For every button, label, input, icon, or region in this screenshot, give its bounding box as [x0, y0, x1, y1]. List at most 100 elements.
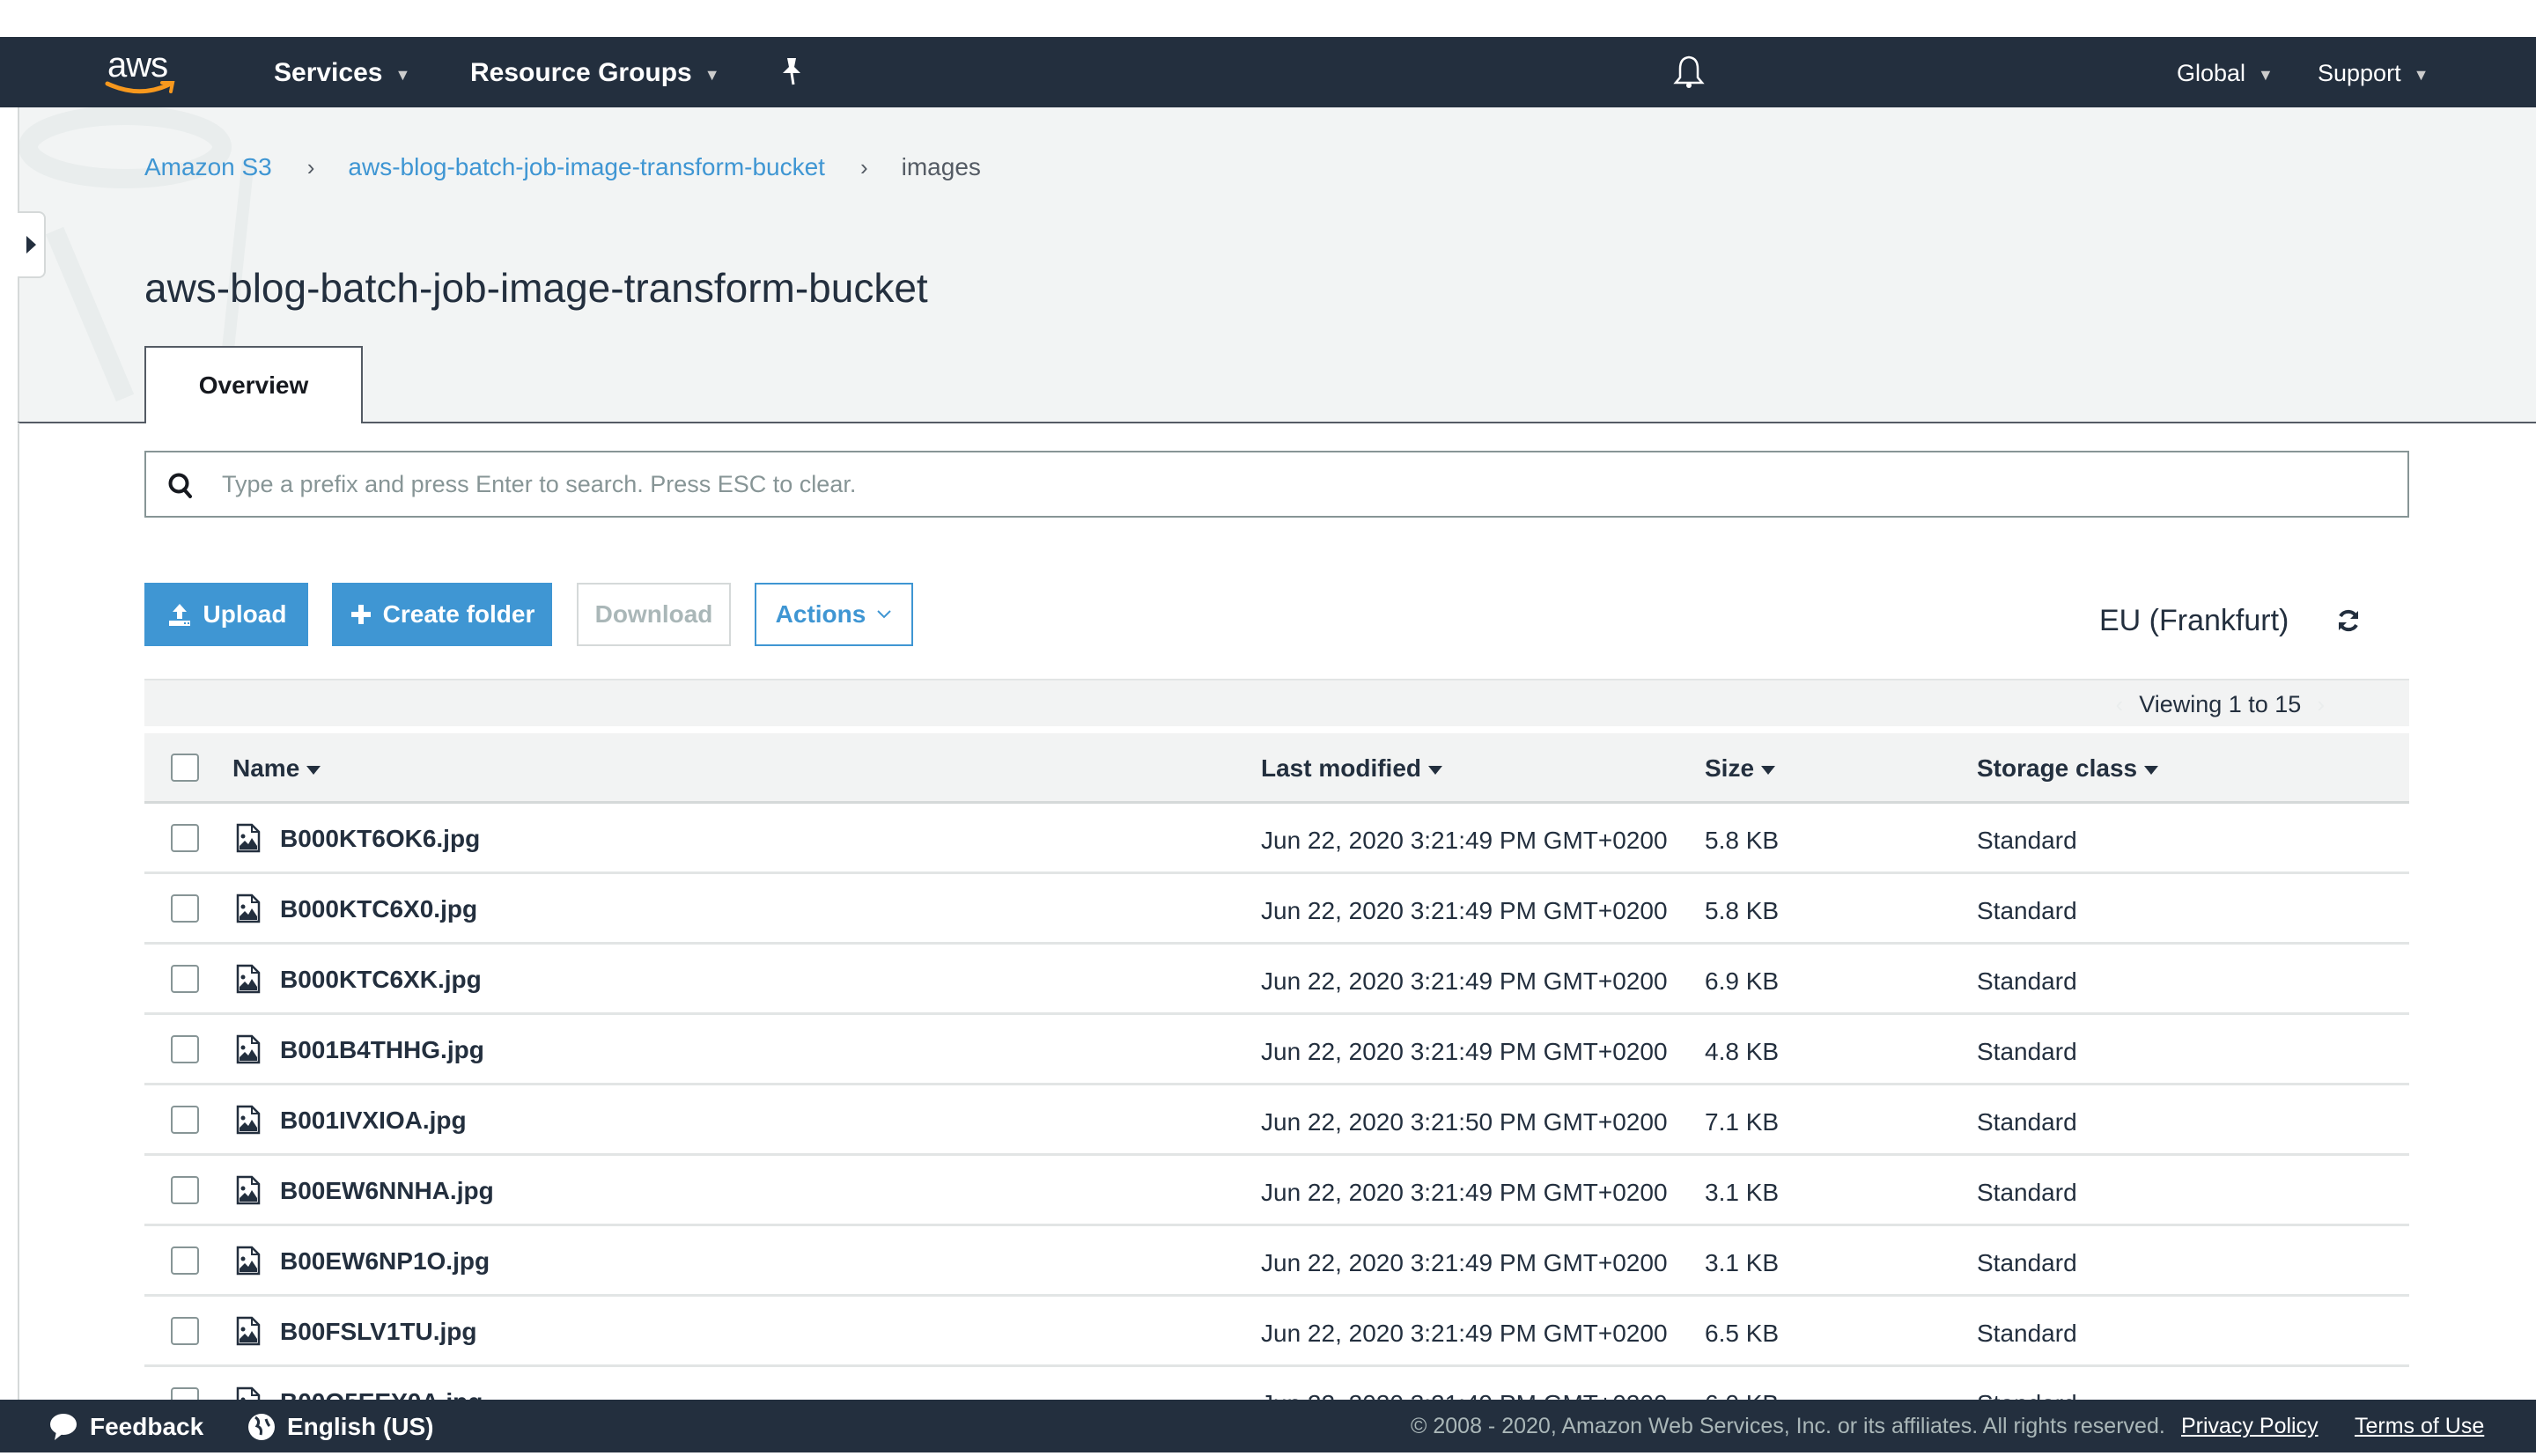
table-row: B001B4THHG.jpg Jun 22, 2020 3:21:49 PM G… — [144, 1015, 2409, 1085]
image-file-icon — [236, 1316, 261, 1350]
select-all-checkbox[interactable] — [171, 754, 199, 782]
size-cell: 6.0 KB — [1705, 1390, 1779, 1400]
row-checkbox[interactable] — [171, 1035, 199, 1063]
storage-class-cell: Standard — [1977, 1320, 2077, 1347]
size-cell: 6.9 KB — [1705, 967, 1780, 995]
feedback-label: Feedback — [90, 1413, 204, 1440]
row-checkbox[interactable] — [171, 894, 199, 923]
last-modified-cell: Jun 22, 2020 3:21:50 PM GMT+0200 — [1261, 1108, 1668, 1136]
feedback-button[interactable]: Feedback — [48, 1412, 203, 1442]
object-name-link[interactable]: B00O5EEY0A.jpg — [280, 1388, 483, 1400]
left-rail-border — [18, 423, 19, 1400]
last-modified-cell: Jun 22, 2020 3:21:49 PM GMT+0200 — [1261, 1179, 1668, 1206]
bell-icon[interactable] — [1672, 55, 1706, 94]
breadcrumb-separator-icon: › — [859, 153, 868, 180]
last-modified-cell: Jun 22, 2020 3:21:49 PM GMT+0200 — [1261, 1249, 1668, 1276]
object-name-link[interactable]: B000KT6OK6.jpg — [280, 825, 480, 853]
support-menu[interactable]: Support ▼ — [2318, 60, 2429, 87]
row-checkbox[interactable] — [171, 965, 199, 993]
table-row: B001IVXIOA.jpg Jun 22, 2020 3:21:50 PM G… — [144, 1085, 2409, 1156]
services-label: Services — [274, 58, 383, 87]
sort-caret-icon — [1761, 766, 1776, 775]
row-checkbox[interactable] — [171, 1176, 199, 1204]
table-row: B000KT6OK6.jpg Jun 22, 2020 3:21:49 PM G… — [144, 804, 2409, 874]
last-modified-cell: Jun 22, 2020 3:21:49 PM GMT+0200 — [1261, 1320, 1668, 1347]
last-modified-cell: Jun 22, 2020 3:21:49 PM GMT+0200 — [1261, 1390, 1668, 1400]
breadcrumb-amazon-s3[interactable]: Amazon S3 — [144, 153, 272, 181]
row-checkbox[interactable] — [171, 1246, 199, 1275]
global-label: Global — [2177, 60, 2246, 86]
pagination-bar: ‹ Viewing 1 to 15 › — [144, 679, 2409, 726]
storage-class-cell: Standard — [1977, 1390, 2077, 1400]
column-header-last-modified[interactable]: Last modified — [1261, 754, 1443, 783]
tab-overview-label: Overview — [198, 371, 309, 399]
download-button[interactable]: Download — [577, 583, 731, 646]
resource-groups-label: Resource Groups — [470, 58, 692, 87]
breadcrumb: Amazon S3 › aws-blog-batch-job-image-tra… — [144, 153, 981, 181]
row-checkbox[interactable] — [171, 824, 199, 852]
terms-of-use-link[interactable]: Terms of Use — [2355, 1414, 2484, 1439]
storage-class-cell: Standard — [1977, 1038, 2077, 1065]
storage-class-cell: Standard — [1977, 967, 2077, 995]
image-file-icon — [236, 1175, 261, 1210]
plus-icon — [350, 605, 371, 624]
column-header-label: Size — [1705, 754, 1755, 782]
previous-page-icon[interactable]: ‹ — [2116, 691, 2124, 718]
column-header-label: Last modified — [1261, 754, 1422, 782]
column-header-name[interactable]: Name — [232, 754, 321, 783]
size-cell: 4.8 KB — [1705, 1038, 1780, 1065]
last-modified-cell: Jun 22, 2020 3:21:49 PM GMT+0200 — [1261, 897, 1668, 924]
language-selector[interactable]: English (US) — [247, 1412, 433, 1442]
size-cell: 5.8 KB — [1705, 897, 1780, 924]
privacy-policy-link[interactable]: Privacy Policy — [2181, 1414, 2319, 1439]
resource-groups-menu[interactable]: Resource Groups ▼ — [470, 58, 720, 88]
object-name-link[interactable]: B000KTC6X0.jpg — [280, 895, 477, 923]
top-navbar: aws Services ▼ Resource Groups ▼ Global … — [0, 37, 2536, 107]
globe-icon — [248, 1414, 275, 1440]
table-row: B000KTC6X0.jpg Jun 22, 2020 3:21:49 PM G… — [144, 874, 2409, 945]
object-name-link[interactable]: B000KTC6XK.jpg — [280, 966, 482, 994]
size-cell: 6.5 KB — [1705, 1320, 1780, 1347]
create-folder-button[interactable]: Create folder — [332, 583, 552, 646]
row-checkbox[interactable] — [171, 1387, 199, 1400]
last-modified-cell: Jun 22, 2020 3:21:49 PM GMT+0200 — [1261, 827, 1668, 854]
breadcrumb-current-folder: images — [901, 153, 981, 180]
global-menu[interactable]: Global ▼ — [2177, 60, 2274, 87]
chevron-down-icon: ▼ — [2258, 66, 2274, 84]
object-name-link[interactable]: B001B4THHG.jpg — [280, 1036, 484, 1064]
tab-divider — [18, 422, 2536, 423]
column-header-size[interactable]: Size — [1705, 754, 1776, 783]
breadcrumb-bucket[interactable]: aws-blog-batch-job-image-transform-bucke… — [348, 153, 825, 181]
actions-label: Actions — [775, 600, 866, 628]
storage-class-cell: Standard — [1977, 1249, 2077, 1276]
tab-overview[interactable]: Overview — [144, 346, 363, 423]
image-file-icon — [236, 823, 261, 857]
table-header: Name Last modified Size Storage class — [144, 733, 2409, 804]
aws-logo[interactable]: aws — [104, 46, 180, 99]
actions-dropdown[interactable]: Actions — [755, 583, 913, 646]
object-name-link[interactable]: B00EW6NNHA.jpg — [280, 1177, 494, 1205]
speech-bubble-icon — [50, 1414, 77, 1440]
caret-right-icon — [26, 236, 36, 254]
last-modified-cell: Jun 22, 2020 3:21:49 PM GMT+0200 — [1261, 1038, 1668, 1065]
search-input[interactable] — [222, 452, 2388, 516]
row-checkbox[interactable] — [171, 1106, 199, 1134]
chevron-down-icon: ▼ — [394, 65, 411, 84]
services-menu[interactable]: Services ▼ — [274, 58, 410, 88]
upload-button[interactable]: Upload — [144, 583, 308, 646]
aws-smile-icon — [105, 81, 175, 94]
chevron-down-icon — [877, 610, 892, 619]
column-header-storage-class[interactable]: Storage class — [1977, 754, 2159, 783]
object-name-link[interactable]: B00EW6NP1O.jpg — [280, 1247, 490, 1276]
object-list: B000KT6OK6.jpg Jun 22, 2020 3:21:49 PM G… — [144, 804, 2409, 1400]
pin-icon[interactable] — [780, 56, 803, 91]
next-page-icon[interactable]: › — [2317, 691, 2325, 718]
row-checkbox[interactable] — [171, 1317, 199, 1345]
table-row: B000KTC6XK.jpg Jun 22, 2020 3:21:49 PM G… — [144, 945, 2409, 1015]
search-box — [144, 451, 2409, 518]
refresh-icon[interactable] — [2335, 607, 2362, 638]
language-label: English (US) — [287, 1413, 434, 1440]
side-drawer-toggle[interactable] — [18, 211, 46, 278]
object-name-link[interactable]: B00FSLV1TU.jpg — [280, 1318, 477, 1346]
object-name-link[interactable]: B001IVXIOA.jpg — [280, 1107, 467, 1135]
